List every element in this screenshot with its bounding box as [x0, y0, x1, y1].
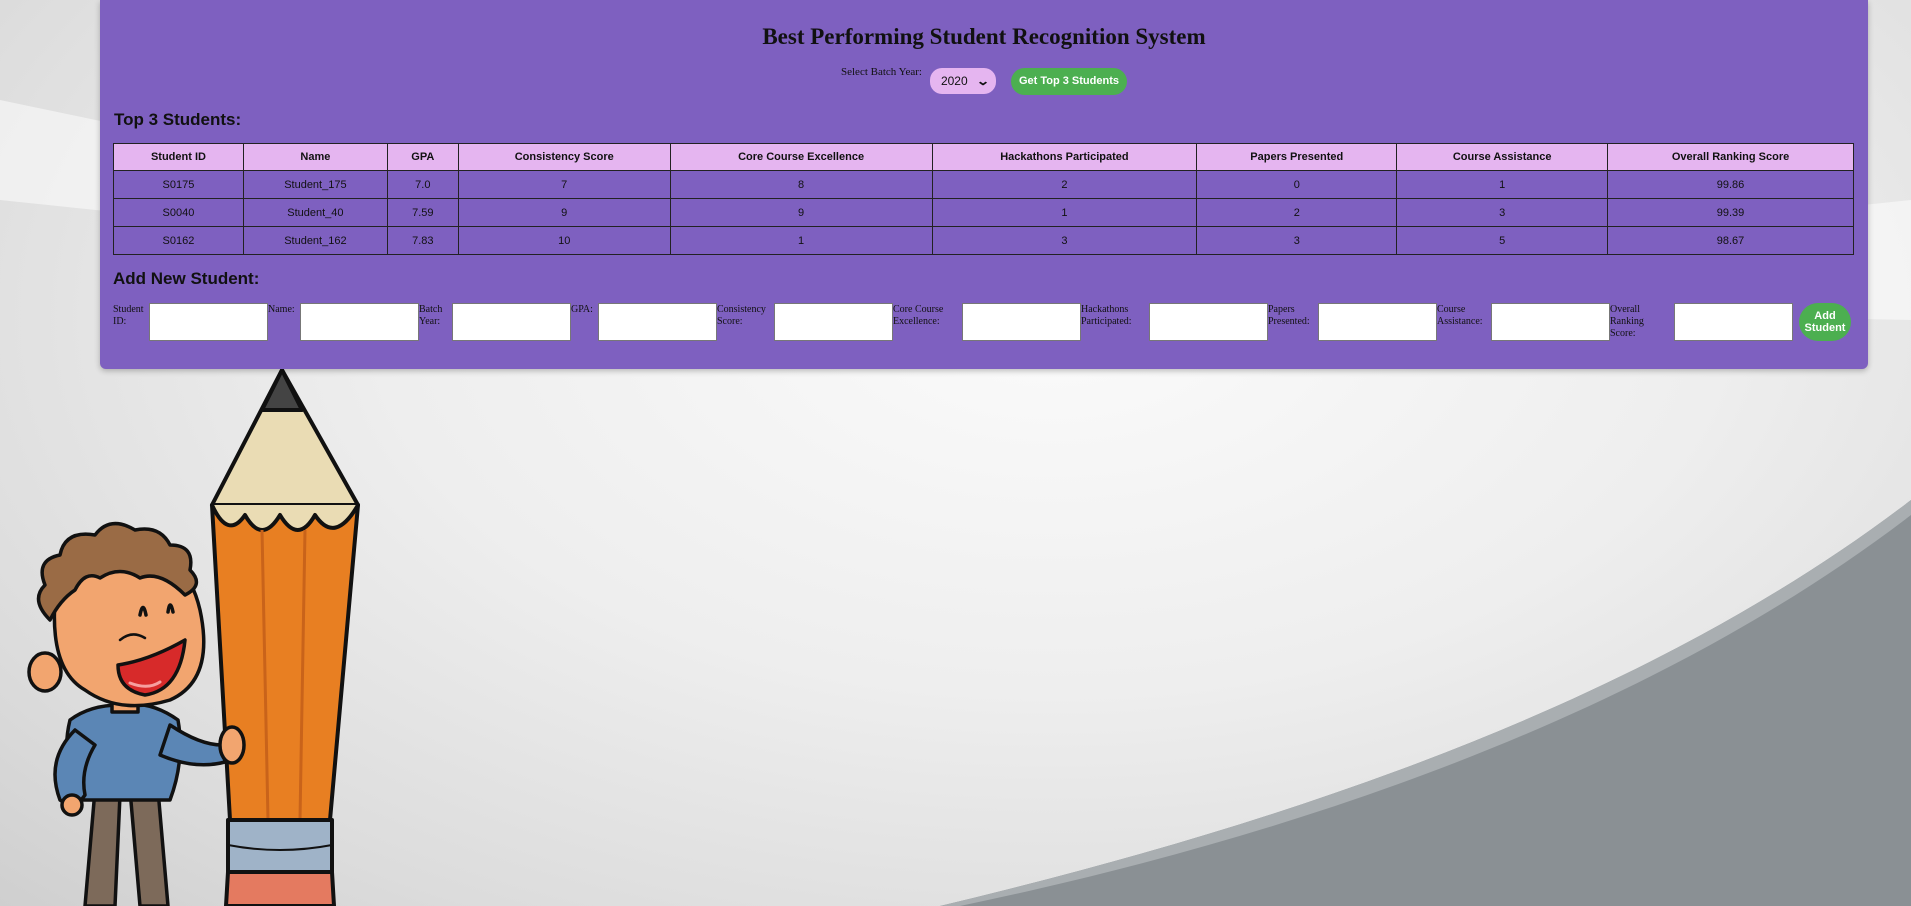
table-cell: 3 [1396, 198, 1609, 227]
table-header-row: Student ID Name GPA Consistency Score Core C… [113, 143, 1854, 171]
column-header: Papers Presented [1196, 143, 1398, 171]
field-label: Name: [268, 304, 298, 316]
field-label-line: Hackathons [1081, 304, 1129, 315]
field-label: GPA: [571, 304, 596, 316]
column-header: Name [242, 143, 388, 171]
student-field-input[interactable] [1149, 303, 1268, 341]
table-cell: 7.59 [386, 198, 459, 227]
table-cell: 7 [457, 170, 671, 199]
table-cell: 99.86 [1607, 170, 1854, 199]
table-cell: 98.67 [1607, 226, 1854, 255]
page-title: Best Performing Student Recognition Syst… [762, 24, 1206, 49]
table-cell: Student_175 [242, 170, 388, 199]
field-label-line: Core Course [893, 304, 944, 315]
column-header: Overall Ranking Score [1607, 143, 1854, 171]
student-field-input[interactable] [1318, 303, 1437, 341]
table-cell: 10 [457, 226, 671, 255]
field-label-line: Assistance: [1437, 316, 1483, 327]
table-row: S0040 Student_40 7.59 9 9 1 2 3 99.39 [113, 198, 1854, 227]
student-field-input[interactable] [1491, 303, 1610, 341]
table-cell: 99.39 [1607, 198, 1854, 227]
batch-selector-row: Select Batch Year: 2020 ⌄ Get Top 3 Stud… [100, 66, 1868, 95]
field-label: Consistency Score: [717, 304, 772, 328]
get-top-students-button[interactable]: Get Top 3 Students [1010, 67, 1127, 95]
column-header: Core Course Excellence [669, 143, 933, 171]
field-label-line: Participated: [1081, 316, 1132, 327]
field-label-line: Overall [1610, 304, 1640, 315]
table-cell: 1 [1396, 170, 1609, 199]
student-field-input[interactable] [149, 303, 268, 341]
table-cell: 9 [669, 198, 933, 227]
table-cell: 2 [931, 170, 1198, 199]
column-header: Course Assistance [1396, 143, 1609, 171]
table-cell: 7.0 [386, 170, 459, 199]
table-cell: 1 [931, 198, 1198, 227]
student-field-input[interactable] [774, 303, 893, 341]
field-label: Core Course Excellence: [893, 304, 960, 328]
student-field-input[interactable] [300, 303, 419, 341]
batch-year-value: 2020 [940, 74, 968, 88]
column-header: Consistency Score [457, 143, 671, 171]
column-header: Student ID [113, 143, 244, 171]
field-label-line: GPA: [571, 304, 593, 315]
field-label-line: ID: [113, 316, 127, 327]
field-label-line: Consistency [717, 304, 766, 315]
table-cell: 3 [931, 226, 1198, 255]
chevron-down-icon: ⌄ [975, 74, 990, 88]
field-label-line: Student [113, 304, 144, 315]
add-student-button-line: Student [1804, 322, 1846, 334]
field-label-line: Presented: [1268, 316, 1310, 327]
batch-year-label: Select Batch Year: [841, 66, 922, 78]
table-cell: 3 [1196, 226, 1398, 255]
table-cell: Student_162 [242, 226, 388, 255]
main-panel: Best Performing Student Recognition Syst… [100, 0, 1868, 369]
column-header: Hackathons Participated [931, 143, 1198, 171]
table-cell: S0175 [113, 170, 244, 199]
table-cell: 1 [669, 226, 933, 255]
table-row: S0162 Student_162 7.83 10 1 3 3 5 98.67 [113, 226, 1854, 255]
student-field-input[interactable] [452, 303, 571, 341]
student-field-input[interactable] [1674, 303, 1793, 341]
batch-year-select[interactable]: 2020 ⌄ [929, 68, 996, 94]
pencil-illustration [210, 368, 360, 906]
table-cell: 7.83 [386, 226, 459, 255]
cartoon-boy [27, 521, 246, 906]
column-header: GPA [386, 143, 459, 171]
student-field-input[interactable] [962, 303, 1081, 341]
top-students-heading: Top 3 Students: [114, 110, 242, 129]
table-cell: S0040 [113, 198, 244, 227]
table-cell: Student_40 [242, 198, 388, 227]
field-label-line: Name: [268, 304, 295, 315]
field-label-line: Year: [419, 316, 441, 327]
table-cell: 0 [1196, 170, 1398, 199]
field-label-line: Score: [717, 316, 743, 327]
add-student-button[interactable]: Add Student [1799, 303, 1851, 341]
table-cell: 5 [1396, 226, 1609, 255]
field-label: Batch Year: [419, 304, 450, 328]
field-label: Hackathons Participated: [1081, 304, 1147, 328]
table-cell: 2 [1196, 198, 1398, 227]
field-label-line: Course [1437, 304, 1466, 315]
field-label-line: Excellence: [893, 316, 940, 327]
field-label: Papers Presented: [1268, 304, 1316, 328]
table-cell: S0162 [113, 226, 244, 255]
table-row: S0175 Student_175 7.0 7 8 2 0 1 99.86 [113, 170, 1854, 199]
field-label: Course Assistance: [1437, 304, 1489, 328]
field-label-line: Batch [419, 304, 443, 315]
top-students-table: Student ID Name GPA Consistency Score Core C… [113, 143, 1854, 255]
add-student-heading: Add New Student: [113, 269, 260, 288]
add-student-button-line: Add [1814, 310, 1836, 322]
field-label-line: Papers [1268, 304, 1295, 315]
field-label-line: Ranking [1610, 316, 1644, 327]
bottom-swoosh [940, 500, 1911, 906]
table-cell: 9 [457, 198, 671, 227]
table-cell: 8 [669, 170, 933, 199]
add-student-form: Student ID: Name: Batch Year: GPA: Consistency… [113, 303, 1858, 341]
add-student-button-label: Add Student [1805, 310, 1846, 334]
field-label-line: Score: [1610, 328, 1636, 339]
field-label: Student ID: [113, 304, 147, 328]
student-field-input[interactable] [598, 303, 717, 341]
field-label: Overall Ranking Score: [1610, 304, 1672, 340]
table-body: S0175 Student_175 7.0 7 8 2 0 1 99.86 S0040 Studen… [113, 170, 1854, 255]
